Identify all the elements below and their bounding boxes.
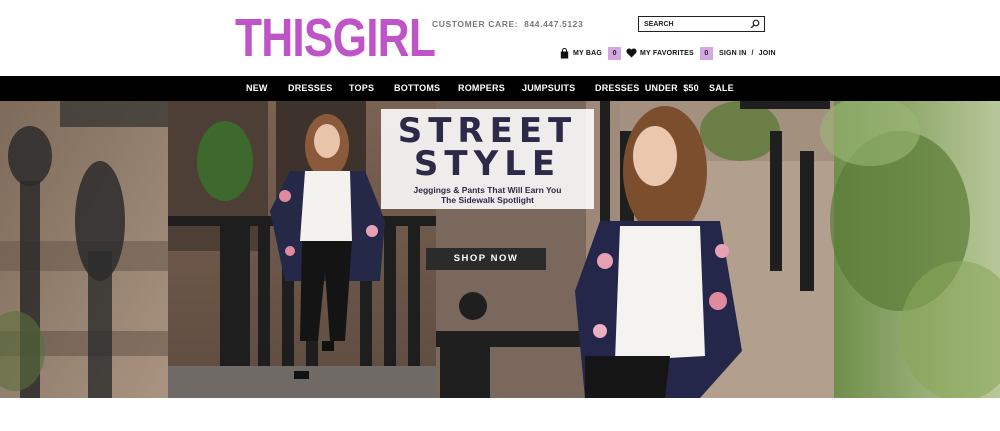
customer-care-label: CUSTOMER CARE: [432,19,519,29]
nav-rompers[interactable]: ROMPERS [458,76,505,101]
nav-sale[interactable]: SALE [709,76,734,101]
search-input[interactable] [644,18,744,30]
nav-tops[interactable]: TOPS [349,76,374,101]
join-link[interactable]: JOIN [759,50,776,57]
search-icon[interactable] [750,19,760,29]
hero-banner[interactable]: STREET STYLE Jeggings & Pants That Will … [0,101,1000,398]
promo-title-line2: STYLE [413,144,562,184]
nav-dresses-under-50[interactable]: DRESSES UNDER $50 [595,76,699,101]
favorites-count-badge: 0 [699,46,713,60]
promo-subtitle-line2: The Sidewalk Spotlight [440,195,535,205]
nav-bottoms[interactable]: BOTTOMS [394,76,440,101]
my-favorites-label: MY FAVORITES [640,49,694,57]
heart-icon [626,48,637,58]
account-separator: / [751,49,754,57]
site-logo[interactable]: THISGIRL [235,10,436,66]
nav-dresses[interactable]: DRESSES [288,76,332,101]
customer-care-phone[interactable]: 844.447.5123 [524,19,583,29]
search-box [638,16,765,32]
sign-in-link[interactable]: SIGN IN [719,50,746,57]
account-links: SIGN IN / JOIN [719,46,776,60]
promo-card: STREET STYLE Jeggings & Pants That Will … [381,109,594,209]
my-bag-link[interactable]: MY BAG 0 [560,46,622,60]
shop-now-button[interactable]: SHOP NOW [426,248,546,270]
customer-care: CUSTOMER CARE: 844.447.5123 [432,19,583,29]
main-nav: NEW DRESSES TOPS BOTTOMS ROMPERS JUMPSUI… [0,76,1000,101]
promo-subtitle: Jeggings & Pants That Will Earn You The … [381,185,594,205]
promo-subtitle-line1: Jeggings & Pants That Will Earn You [413,185,562,195]
nav-jumpsuits[interactable]: JUMPSUITS [522,76,575,101]
my-bag-label: MY BAG [573,49,603,57]
shopping-bag-icon [560,47,569,58]
nav-new[interactable]: NEW [246,76,268,101]
bag-count-badge: 0 [608,46,622,60]
my-favorites-link[interactable]: MY FAVORITES 0 [626,46,713,60]
